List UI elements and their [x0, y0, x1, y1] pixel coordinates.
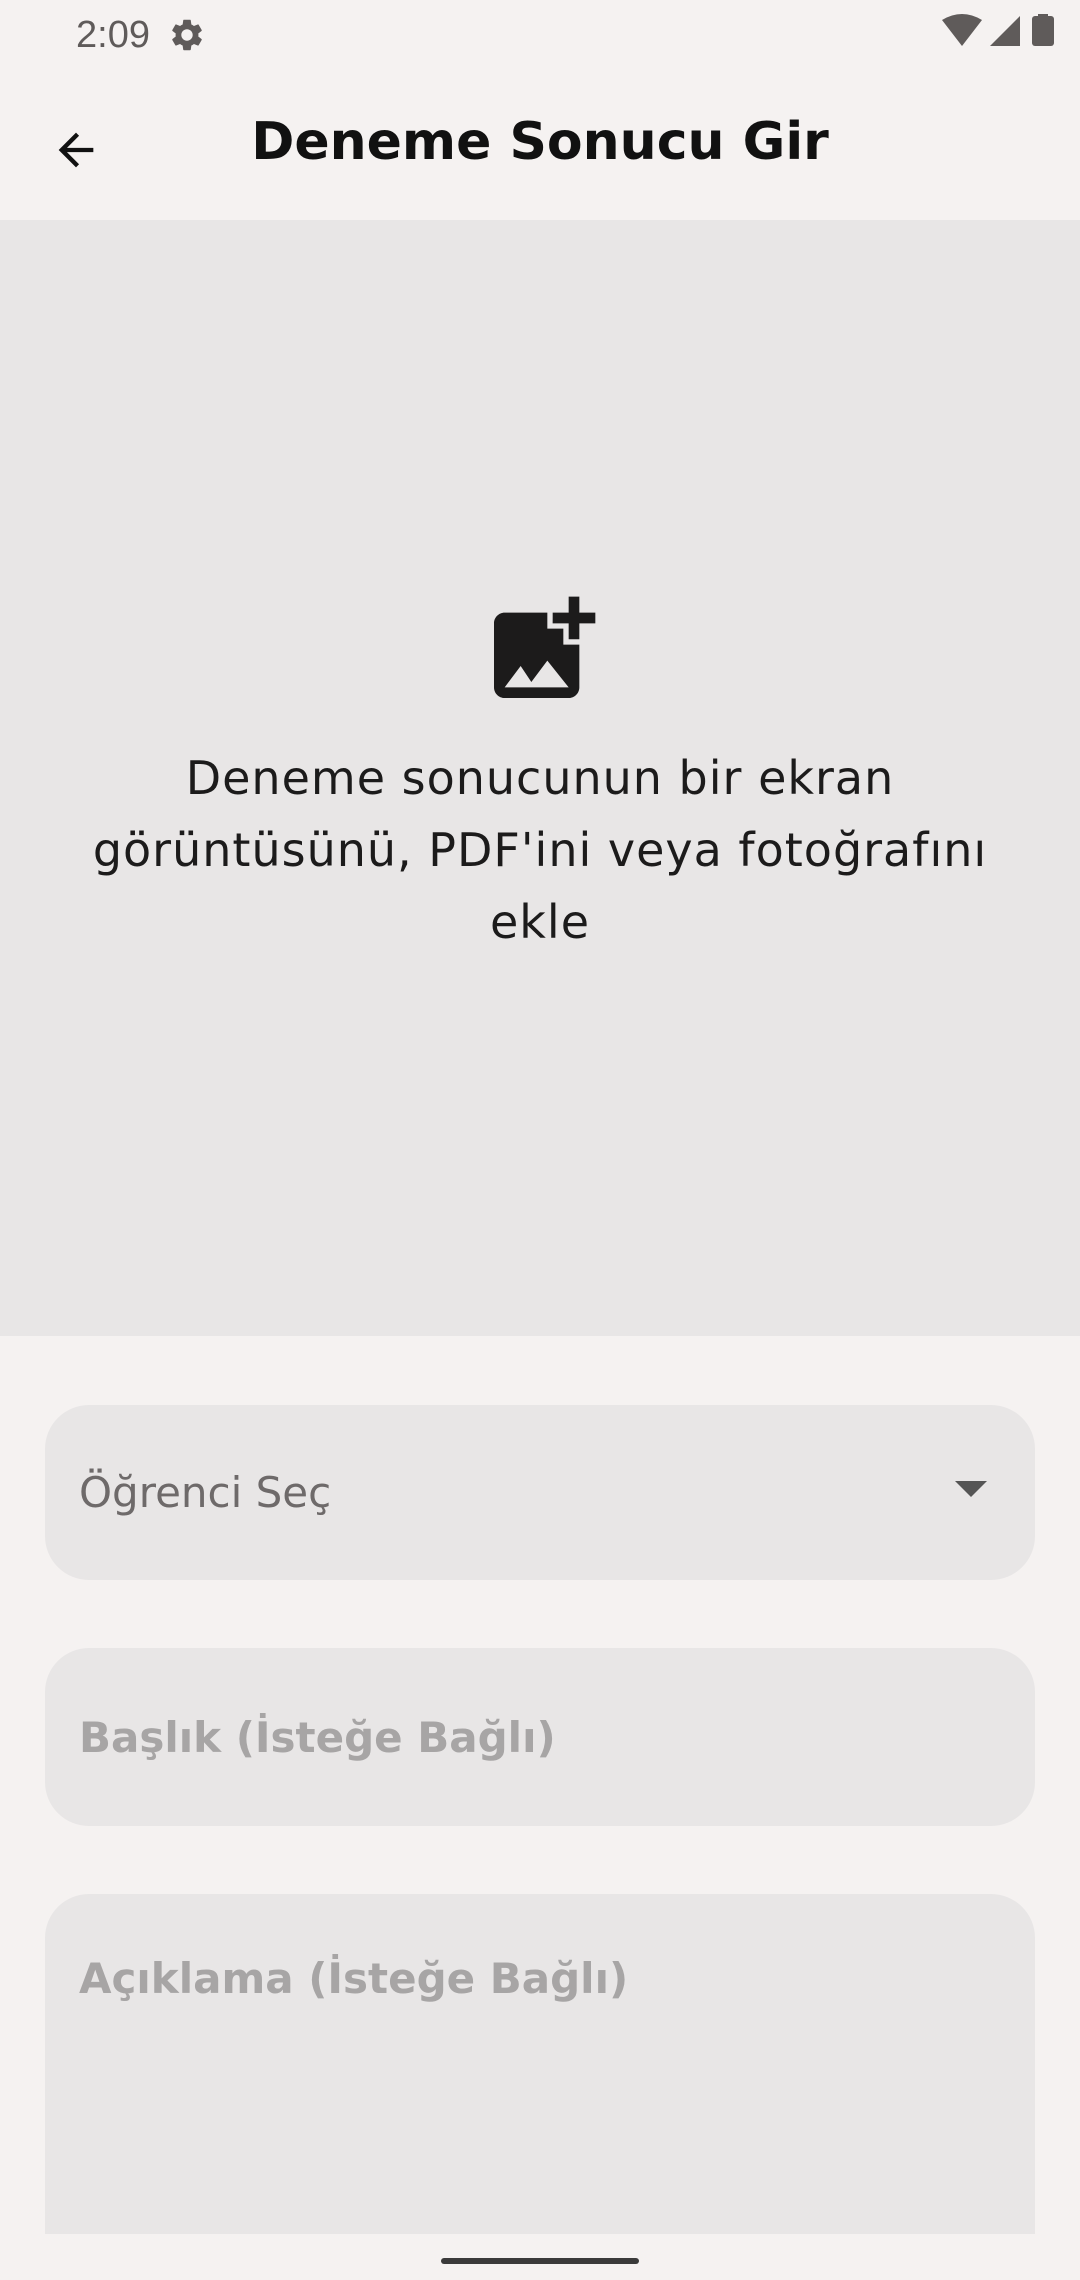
status-time: 2:09	[76, 14, 150, 56]
status-bar: 2:09	[0, 0, 1080, 70]
arrow-back-icon	[58, 132, 94, 168]
battery-icon	[1032, 16, 1054, 46]
navigation-bar	[0, 2234, 1080, 2280]
page-title: Deneme Sonucu Gir	[251, 112, 829, 172]
student-select-value: Öğrenci Seç	[79, 1468, 332, 1517]
description-input[interactable]	[79, 1954, 999, 2254]
add-photo-icon	[494, 596, 596, 698]
dropdown-arrow-icon	[955, 1481, 987, 1497]
description-field-container	[45, 1894, 1035, 2280]
upload-area[interactable]: Deneme sonucunun bir ekran görüntüsünü, …	[0, 220, 1080, 1336]
signal-icon	[990, 16, 1020, 46]
student-select[interactable]: Öğrenci Seç	[45, 1405, 1035, 1580]
app-bar: Deneme Sonucu Gir	[0, 70, 1080, 220]
screen: 2:09 Deneme Sonucu Gir Deneme sonucunun …	[0, 0, 1080, 2280]
title-input[interactable]	[79, 1648, 999, 1826]
gear-icon	[172, 19, 202, 51]
status-icons	[942, 14, 1054, 46]
back-button[interactable]	[34, 108, 118, 192]
wifi-icon	[942, 14, 982, 46]
gesture-handle[interactable]	[441, 2258, 639, 2264]
title-field-container	[45, 1648, 1035, 1826]
upload-instruction: Deneme sonucunun bir ekran görüntüsünü, …	[92, 751, 988, 949]
